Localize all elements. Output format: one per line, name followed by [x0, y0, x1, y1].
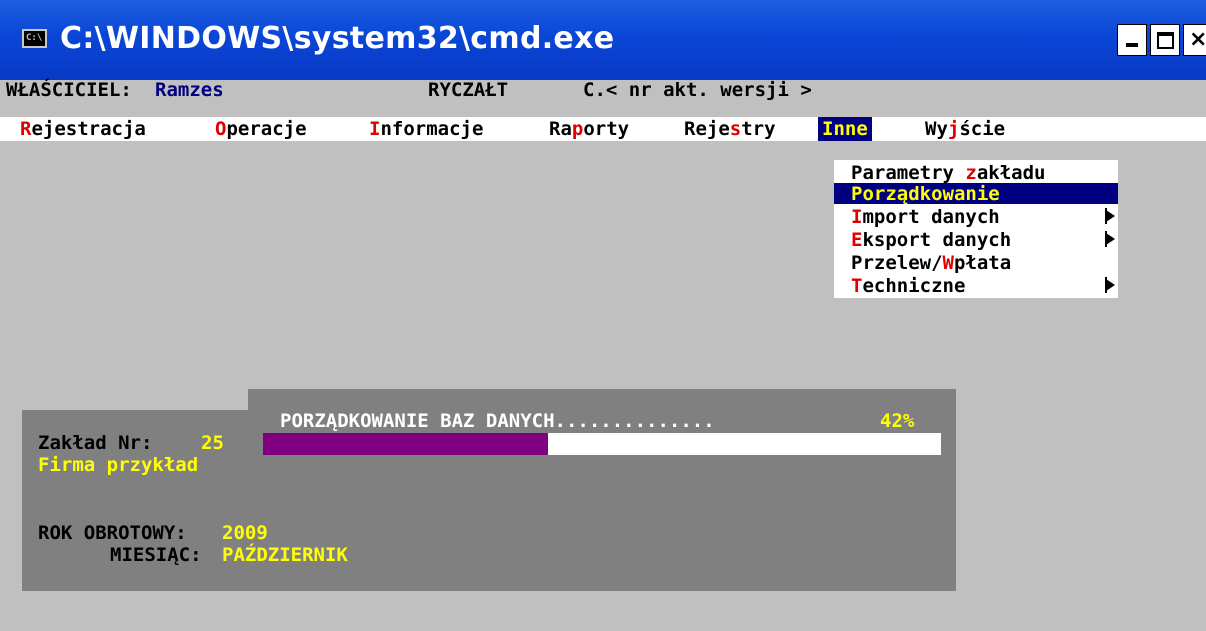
progress-percent: 42% [880, 410, 915, 432]
menu-item-techniczne[interactable]: Techniczne [834, 275, 1118, 297]
progress-bar [263, 433, 941, 455]
owner-label: WŁAŚCICIEL: [6, 79, 132, 101]
company-name: Firma przykład [38, 454, 199, 476]
menu-inne[interactable]: Inne [818, 117, 872, 141]
menu-item-porzadkowanie[interactable]: Porządkowanie [834, 183, 1118, 205]
menu-label: ejestracja [31, 118, 146, 140]
mode-label: RYCZAŁT [428, 79, 509, 101]
menu-hotkey: s [729, 118, 742, 140]
close-button[interactable]: × [1183, 24, 1206, 56]
menu-item-przelew-wplata[interactable]: Przelew/Wpłata [834, 252, 1118, 274]
progress-title: PORZĄDKOWANIE BAZ DANYCH.............. [280, 410, 715, 432]
maximize-icon [1157, 32, 1174, 49]
menu-informacje[interactable]: Informacje [369, 118, 483, 140]
plant-number: 25 [201, 432, 224, 454]
menu-raporty[interactable]: Raporty [549, 118, 629, 140]
menu-item-label: Parametry zakładu [851, 162, 1046, 184]
menu-label: Inne [822, 118, 868, 140]
owner-value: Ramzes [155, 79, 224, 101]
inne-dropdown-menu: Parametry zakładu Porządkowanie Import d… [834, 160, 1118, 298]
menu-hotkey: R [20, 118, 32, 140]
maximize-button[interactable] [1150, 24, 1180, 56]
menu-bar: Rejestracja Operacje Informacje Raporty … [0, 117, 1206, 141]
menu-rejestry[interactable]: Rejestry [684, 118, 776, 140]
menu-wyjscie[interactable]: Wyjście [925, 118, 1005, 140]
submenu-arrow-icon [1106, 233, 1115, 245]
version-label: C.< nr akt. wersji > [583, 79, 812, 101]
minimize-icon [1126, 43, 1138, 47]
minimize-button[interactable] [1117, 24, 1147, 56]
progress-bar-fill [263, 433, 548, 455]
submenu-arrow-icon [1106, 279, 1115, 291]
close-icon: × [1189, 27, 1206, 52]
menu-operacje[interactable]: Operacje [215, 118, 307, 140]
menu-hotkey: j [947, 118, 960, 140]
menu-rejestracja[interactable]: Rejestracja [20, 118, 146, 140]
year-value: 2009 [222, 522, 268, 544]
menu-item-label: Eksport danych [851, 229, 1012, 251]
menu-item-eksport-danych[interactable]: Eksport danych [834, 229, 1118, 251]
menu-hotkey: p [571, 118, 584, 140]
menu-item-label: Import danych [851, 206, 1000, 228]
progress-dialog-header [248, 389, 956, 411]
menu-item-import-danych[interactable]: Import danych [834, 206, 1118, 228]
menu-item-label: Przelew/Wpłata [851, 252, 1012, 274]
menu-hotkey: O [215, 118, 227, 140]
plant-label: Zakład Nr: [38, 432, 153, 454]
month-label: MIESIĄC: [110, 544, 202, 566]
window-title-bar[interactable]: C:\ C:\WINDOWS\system32\cmd.exe × [0, 0, 1206, 80]
menu-item-parametry-zakladu[interactable]: Parametry zakładu [834, 162, 1118, 184]
menu-label: nformacje [380, 118, 484, 140]
menu-label: ście [959, 118, 1006, 140]
menu-item-label: Porządkowanie [851, 183, 1000, 205]
submenu-arrow-icon [1106, 210, 1115, 222]
menu-label: Ra [549, 118, 572, 140]
menu-hotkey: I [369, 118, 381, 140]
year-label: ROK OBROTOWY: [38, 522, 187, 544]
menu-label: peracje [226, 118, 307, 140]
console-icon[interactable]: C:\ [22, 29, 47, 48]
menu-label: Reje [684, 118, 730, 140]
menu-label: orty [583, 118, 630, 140]
window-title: C:\WINDOWS\system32\cmd.exe [60, 21, 615, 56]
menu-label: Wy [925, 118, 948, 140]
menu-label: try [741, 118, 776, 140]
month-value: PAŹDZIERNIK [222, 544, 348, 566]
menu-item-label: Techniczne [851, 275, 966, 297]
